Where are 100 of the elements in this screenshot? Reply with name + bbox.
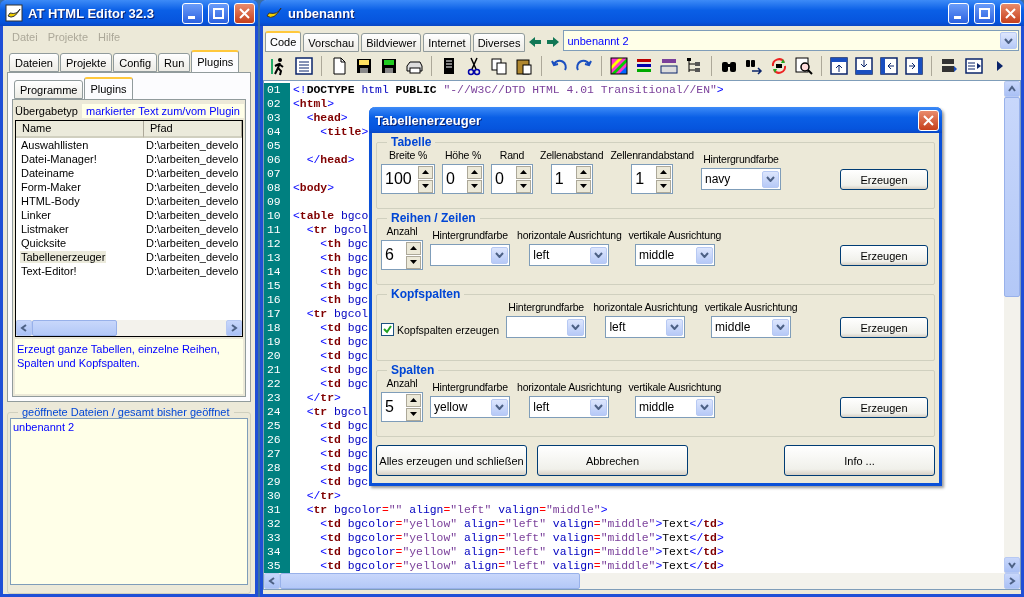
tab[interactable]: Dateien [9,53,59,72]
line-number: 27 [264,447,290,461]
tab[interactable]: Plugins [191,50,240,72]
horizontal-scrollbar[interactable] [264,573,1020,589]
field-label: Hintergrundfarbe [432,229,508,241]
number-spinner[interactable]: 0 [491,164,533,194]
plugin-name[interactable]: Datei-Manager! [20,153,98,166]
code-line: <table bgco [292,209,369,223]
number-spinner[interactable]: 0 [442,164,484,194]
field-label: vertikale Ausrichtung [704,301,798,313]
plugin-name[interactable]: Quicksite [20,237,68,250]
spin-arrow-icon [422,184,429,188]
tab[interactable]: Bildviewer [361,33,422,52]
close-button[interactable] [234,2,255,24]
window-icon[interactable] [877,54,901,78]
plugin-name[interactable]: HTML-Body [20,195,81,208]
minimize-button[interactable] [182,2,203,24]
column-header[interactable]: Name [16,121,144,139]
line-number: 25 [264,419,290,433]
group-title: geöffnete Dateien / gesamt bisher geöffnet [21,406,231,418]
plugin-name[interactable]: Auswahllisten [20,139,90,152]
tab[interactable]: Run [158,53,191,72]
maximize-icon [213,7,224,19]
spin-arrow-icon [660,170,668,174]
code-line: </tr> [305,489,341,503]
code-line: <head> [305,111,348,125]
palette-icon[interactable] [607,54,631,78]
number-spinner[interactable]: 100 [381,164,435,194]
window-icon[interactable] [827,54,851,78]
plugin-name[interactable]: Listmaker [20,223,70,236]
generate-button[interactable]: Erzeugen [840,317,928,338]
scroll-left-icon [20,323,28,332]
line-number: 04 [264,125,290,139]
column-header[interactable]: Pfad [144,121,242,139]
dropdown[interactable]: middle [634,244,715,266]
tab[interactable]: Plugins [84,77,133,99]
cancel-button[interactable]: Abbrechen [537,445,688,476]
plugin-name[interactable]: Dateiname [20,167,76,180]
line-number: 19 [264,335,290,349]
line-number: 12 [264,237,290,251]
horizontal-scrollbar[interactable] [16,319,242,336]
tab[interactable]: Config [113,53,158,72]
minimize-icon [187,15,195,19]
generate-button[interactable]: Erzeugen [840,397,928,418]
dropdown[interactable] [430,244,510,266]
line-number: 26 [264,433,290,447]
number-spinner[interactable]: 5 [381,392,423,422]
document-dropdown[interactable]: unbenannt 2 [563,30,1019,51]
checkbox[interactable]: Kopfspalten erzeugen [381,323,500,336]
group-title: Spalten [390,363,436,377]
code-line: <tr bgcol [305,307,369,321]
dropdown[interactable]: left [529,244,610,266]
dropdown[interactable]: yellow [430,396,510,418]
dropdown[interactable]: middle [711,316,792,338]
dropdown[interactable] [506,316,587,338]
plugin-path: D:\arbeiten_develo [145,195,239,208]
tab[interactable]: Diverses [472,33,526,52]
line-number: 11 [264,223,290,237]
file-item[interactable]: unbenannt 2 [13,421,245,433]
tab[interactable]: Programme [14,80,84,99]
generate-button[interactable]: Erzeugen [840,245,928,266]
window-icon[interactable] [852,54,876,78]
maximize-button[interactable] [208,2,229,24]
code-line: <td bgc [319,419,369,433]
vertical-scrollbar[interactable] [1004,81,1020,573]
dropdown[interactable]: left [529,396,610,418]
plugin-name[interactable]: Form-Maker [20,181,82,194]
generate-button[interactable]: Erzeugen [840,169,928,190]
maximize-icon [979,7,990,19]
code-line: <tr bgcol [305,405,369,419]
dropdown[interactable]: left [605,316,686,338]
plugin-name[interactable]: Tabellenerzeuger [20,251,107,264]
code-line: <td bgcolor="yellow" align="left" valign="middle">Text</td> [319,559,724,573]
minimize-button[interactable] [948,2,969,24]
number-spinner[interactable]: 1 [550,164,593,194]
number-spinner[interactable]: 6 [381,240,423,270]
spin-arrow-icon [410,398,417,402]
line-number: 20 [264,349,290,363]
code-line: <td bgcolor="yellow" align="left" valign="middle">Text</td> [319,531,724,545]
plugin-name[interactable]: Linker [20,209,52,222]
number-spinner[interactable]: 1 [631,164,674,194]
tab[interactable]: Internet [423,33,471,52]
line-number: 28 [264,461,290,475]
close-button[interactable] [918,109,939,131]
transfer-value: markierter Text zum/vom Plugin [82,103,244,118]
dropdown[interactable]: navy [700,168,781,190]
plugin-name[interactable]: Text-Editor! [20,265,78,278]
generate-all-button[interactable]: Alles erzeugen und schließen [376,445,527,476]
info-button[interactable]: Info ... [784,445,935,476]
tab[interactable]: Vorschau [303,33,360,52]
dropdown[interactable]: middle [634,396,715,418]
window-icon[interactable] [902,54,926,78]
tab[interactable]: Code [265,31,302,52]
maximize-button[interactable] [974,2,995,24]
line-number: 05 [264,139,290,153]
line-number: 16 [264,293,290,307]
close-button[interactable] [1000,2,1021,24]
list-icon[interactable] [292,54,316,78]
close-icon [923,114,934,126]
tab[interactable]: Projekte [59,53,113,72]
